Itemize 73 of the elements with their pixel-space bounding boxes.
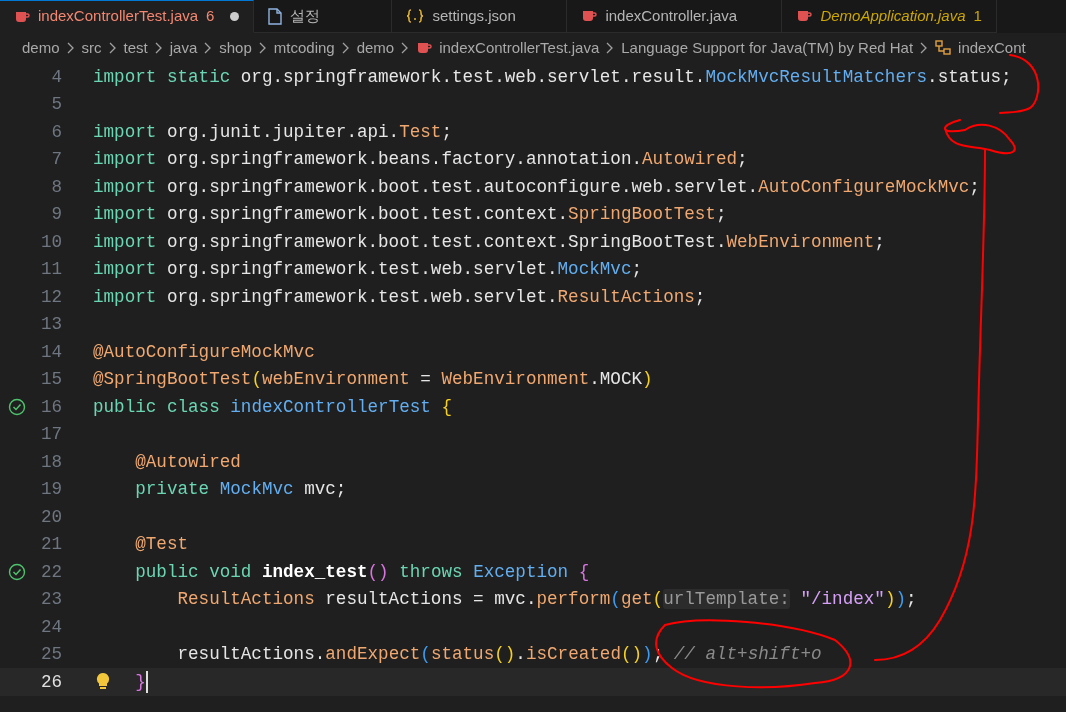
code-line: public void index_test() throws Exception {: [134, 560, 590, 584]
line-number: 12: [39, 285, 62, 309]
braces-icon: [406, 9, 425, 23]
line-number: 20: [39, 505, 62, 529]
code-line: import org.springframework.boot.test.context.SpringBootTest;: [93, 203, 727, 227]
code-line: import org.springframework.boot.test.context.SpringBootTest.WebEnvironment;: [93, 230, 885, 254]
breadcrumb-item[interactable]: test: [123, 36, 148, 60]
breadcrumb-item[interactable]: Language Support for Java(TM) by Red Hat: [621, 36, 914, 60]
chevron-icon: [401, 42, 410, 54]
code-line: ResultActions resultActions = mvc.perform(get(urlTemplate: "/index"));: [176, 588, 917, 612]
code-line: @Autowired: [134, 450, 241, 474]
line-number: 22: [39, 560, 62, 584]
breadcrumb-item[interactable]: indexCont: [958, 36, 1026, 60]
chevron-icon: [341, 42, 350, 54]
check-circle-icon[interactable]: [8, 397, 26, 416]
chevron-icon: [920, 42, 929, 54]
file-icon: [268, 7, 283, 25]
line-number: 24: [39, 615, 62, 639]
line-number: 16: [39, 395, 62, 419]
code-line: }: [134, 669, 148, 695]
code-line: public class indexControllerTest {: [93, 395, 452, 419]
code-line: import org.springframework.beans.factory.annotation.Autowired;: [93, 148, 748, 172]
editor-tab[interactable]: DemoApplication.java 1: [782, 0, 997, 33]
line-number: 19: [39, 478, 62, 502]
breadcrumb-item[interactable]: mtcoding: [273, 36, 335, 60]
line-number: 21: [39, 533, 62, 557]
chevron-icon: [66, 42, 75, 54]
editor-tab[interactable]: indexController.java: [567, 0, 783, 33]
code-line: import org.springframework.test.web.servlet.ResultActions;: [93, 285, 706, 309]
line-number: 9: [50, 203, 62, 227]
lightbulb-icon[interactable]: [96, 672, 110, 690]
code-line: @SpringBootTest(webEnvironment = WebEnvironment.MOCK): [93, 368, 653, 392]
line-number: 18: [39, 450, 62, 474]
line-number: 11: [39, 258, 62, 282]
code-line: import org.springframework.boot.test.autoconfigure.web.servlet.AutoConfigureMockMvc;: [93, 175, 980, 199]
chevron-icon: [108, 42, 117, 54]
line-number: 15: [39, 368, 62, 392]
code-line: import org.junit.jupiter.api.Test;: [93, 120, 452, 144]
cup-icon: [581, 8, 598, 24]
structure-icon: [935, 40, 952, 56]
line-number: 7: [50, 148, 62, 172]
line-number: 13: [39, 313, 62, 337]
breadcrumb-item[interactable]: demo: [356, 36, 395, 60]
line-number: 17: [39, 423, 62, 447]
chevron-icon: [204, 42, 213, 54]
line-number: 26: [39, 670, 62, 694]
breadcrumb-item[interactable]: indexControllerTest.java: [439, 36, 600, 60]
line-number: 6: [50, 120, 62, 144]
editor-tab[interactable]: indexControllerTest.java 6: [0, 0, 255, 33]
breadcrumb-item[interactable]: demo: [22, 36, 60, 60]
chevron-icon: [154, 42, 163, 54]
line-number: 8: [50, 175, 62, 199]
code-line: @AutoConfigureMockMvc: [93, 340, 315, 364]
line-number: 5: [50, 93, 62, 117]
line-number: 10: [39, 230, 62, 254]
cup-icon: [796, 8, 813, 24]
chevron-icon: [606, 42, 615, 54]
line-number: 25: [39, 643, 62, 667]
breadcrumb-item[interactable]: src: [81, 36, 102, 60]
chevron-icon: [258, 42, 267, 54]
cup-icon: [416, 40, 433, 56]
line-number: 14: [39, 340, 62, 364]
code-line: @Test: [134, 533, 189, 557]
editor-tab[interactable]: settings.json: [392, 0, 568, 33]
code-line: import static org.springframework.test.web.servlet.result.MockMvcResultMatchers.status;: [93, 65, 1012, 89]
code-line: private MockMvc mvc;: [134, 478, 347, 502]
breadcrumb-item[interactable]: java: [169, 36, 198, 60]
code-line: import org.springframework.test.web.servlet.MockMvc;: [93, 258, 643, 282]
line-number: 4: [50, 65, 62, 89]
breadcrumb-item[interactable]: shop: [219, 36, 252, 60]
editor-tab[interactable]: 설정: [254, 0, 393, 33]
line-number: 23: [39, 588, 62, 612]
check-circle-icon[interactable]: [8, 562, 26, 581]
